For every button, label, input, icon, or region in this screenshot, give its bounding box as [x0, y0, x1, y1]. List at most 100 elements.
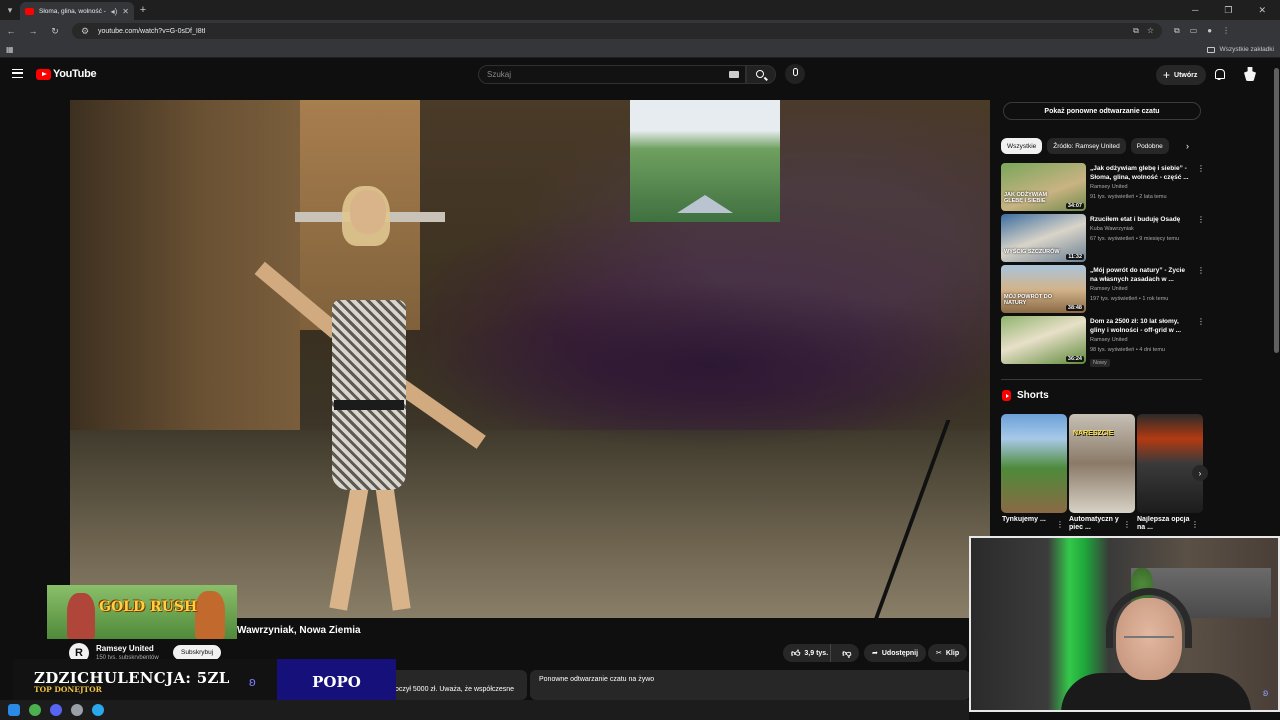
like-button[interactable]: 👍︎ 3,9 tys. [783, 644, 831, 662]
more-actions-icon[interactable]: ⋮ [1197, 318, 1205, 326]
all-bookmarks-button[interactable]: Wszystkie zakładki [1207, 46, 1274, 53]
short-title[interactable]: Tynkujemy ... [1002, 516, 1058, 536]
recommendation-item[interactable]: WYŚCIG SZCZURÓW 11:32 Rzuciłem etat i bu… [1001, 214, 1206, 265]
address-bar[interactable]: ⚙ youtube.com/watch?v=G-0sDf_I8tI ⧉ ☆ [72, 23, 1162, 39]
recommendation-title[interactable]: Dom za 2500 zł: 10 lat słomy, gliny i wo… [1090, 318, 1192, 336]
minimize-icon[interactable]: ─ [1192, 5, 1198, 16]
recommendation-item[interactable]: 36:24 Dom za 2500 zł: 10 lat słomy, glin… [1001, 316, 1206, 367]
gold-rush-character-right [195, 591, 225, 639]
short-more-icon[interactable]: ⋮ [1123, 520, 1131, 529]
short-title[interactable]: Najlepsza opcja na ... [1137, 516, 1193, 536]
account-avatar[interactable] [1244, 67, 1256, 81]
filter-chips: Wszystkie Źródło: Ramsey United Podobne [1001, 138, 1201, 155]
youtube-logo-text: YouTube [53, 68, 97, 80]
tab-search-icon[interactable]: ▾ [0, 0, 20, 20]
short-thumbnail[interactable]: NARESZCIE [1069, 414, 1135, 513]
chip-source-channel[interactable]: Źródło: Ramsey United [1047, 138, 1126, 154]
profile-icon[interactable]: ● [1207, 26, 1212, 36]
share-button[interactable]: ➦ Udostępnij [864, 644, 927, 662]
more-actions-icon[interactable]: ⋮ [1197, 165, 1205, 173]
shorts-next-icon[interactable]: › [1192, 465, 1208, 481]
maximize-icon[interactable]: ❐ [1224, 5, 1232, 16]
install-icon[interactable]: ⧉ [1133, 26, 1139, 36]
browser-menu-icon[interactable]: ⋮ [1222, 26, 1230, 36]
youtube-logo[interactable]: YouTube [36, 68, 97, 80]
page-scrollbar-thumb[interactable] [1274, 68, 1279, 353]
subscribe-button[interactable]: Subskrybuj [173, 645, 222, 660]
recommendation-title[interactable]: „Jak odżywiam glebę i siebie” - Słoma, g… [1090, 165, 1192, 183]
telegram-icon[interactable] [92, 704, 104, 716]
chat-replay-card[interactable]: Ponowne odtwarzanie czatu na żywo [530, 670, 970, 700]
video-scene-person [254, 186, 486, 611]
video-scene-window [630, 100, 780, 222]
bookmark-star-icon[interactable]: ☆ [1147, 26, 1154, 36]
clip-button[interactable]: ✂ Klip [928, 644, 968, 662]
search-button[interactable] [746, 65, 776, 84]
gold-rush-title: GOLD RUSH [99, 599, 198, 615]
show-chat-replay-button[interactable]: Pokaż ponowne odtwarzanie czatu [1003, 102, 1201, 120]
short-more-icon[interactable]: ⋮ [1191, 520, 1199, 529]
chip-all[interactable]: Wszystkie [1001, 138, 1043, 154]
tab-close-icon[interactable]: ✕ [122, 7, 129, 16]
like-count: 3,9 tys. [804, 649, 829, 657]
donor-name: POPO [277, 659, 396, 705]
forward-icon[interactable]: → [28, 26, 38, 36]
more-actions-icon[interactable]: ⋮ [1197, 216, 1205, 224]
close-window-icon[interactable]: ✕ [1258, 5, 1266, 16]
cast-icon[interactable]: ▭ [1190, 26, 1198, 36]
plus-icon: + [1163, 68, 1171, 82]
site-info-icon[interactable]: ⚙ [80, 26, 90, 37]
short-thumbnail[interactable] [1137, 414, 1203, 513]
gold-rush-character-left [67, 593, 95, 639]
windows-start-icon[interactable] [8, 704, 20, 716]
reload-icon[interactable]: ↻ [50, 26, 60, 37]
shorts-shelf: NARESZCIE [1001, 414, 1206, 514]
recommendation-channel: Ramsey United [1090, 286, 1128, 292]
recommendation-thumbnail[interactable]: WYŚCIG SZCZURÓW 11:32 [1001, 214, 1086, 262]
recommendation-title[interactable]: „Mój powrót do natury” - Życie na własny… [1090, 267, 1192, 285]
shorts-heading: Shorts [1002, 390, 1049, 401]
recommendation-thumbnail[interactable]: 36:24 [1001, 316, 1086, 364]
notifications-bell-icon[interactable] [1214, 69, 1225, 80]
discord-icon[interactable] [50, 704, 62, 716]
recommendation-meta: 91 tys. wyświetleń • 2 lata temu [1090, 194, 1167, 200]
create-button[interactable]: + Utwórz [1156, 65, 1207, 85]
recommendation-title[interactable]: Rzuciłem etat i buduję Osadę [1090, 216, 1192, 225]
recommendation-item[interactable]: JAK ODŻYWIAM GLEBĘ I SIEBIE 34:07 „Jak o… [1001, 163, 1206, 214]
recommendation-thumbnail[interactable]: JAK ODŻYWIAM GLEBĘ I SIEBIE 34:07 [1001, 163, 1086, 211]
thumbs-up-icon: 👍︎ [791, 647, 801, 658]
new-tab-button[interactable]: + [134, 4, 152, 16]
browser-tab[interactable]: Słoma, glina, wolność - cz. ◂) ✕ [20, 2, 134, 20]
apps-grid-icon[interactable]: ▦ [6, 45, 14, 54]
keyboard-icon[interactable] [729, 71, 739, 78]
thumbnail-caption: MÓJ POWRÓT DO NATURY [1004, 293, 1052, 306]
voice-search-button[interactable] [785, 64, 805, 84]
recommendation-meta: 98 tys. wyświetleń • 4 dni temu [1090, 347, 1165, 353]
short-title[interactable]: Automatyczn y piec ... [1069, 516, 1125, 536]
folder-icon [1207, 46, 1216, 53]
back-icon[interactable]: ← [6, 26, 16, 36]
donation-sparkle-icon: ʚ [249, 674, 256, 689]
obs-icon[interactable] [71, 704, 83, 716]
youtube-header: YouTube + Utwórz [0, 58, 1272, 92]
channel-name[interactable]: Ramsey United [96, 644, 154, 653]
video-player[interactable] [70, 100, 990, 618]
dislike-button[interactable]: 👎︎ [835, 644, 859, 662]
search-input[interactable] [487, 70, 717, 79]
short-more-icon[interactable]: ⋮ [1056, 520, 1064, 529]
extensions-icon[interactable]: ⧉ [1174, 26, 1180, 36]
chip-related[interactable]: Podobne [1130, 138, 1169, 154]
recommendation-channel: Ramsey United [1090, 184, 1128, 190]
clip-label: Klip [945, 649, 960, 657]
chrome-icon[interactable] [29, 704, 41, 716]
menu-icon[interactable] [12, 69, 23, 78]
recommendation-thumbnail[interactable]: MÓJ POWRÓT DO NATURY 38:48 [1001, 265, 1086, 313]
more-actions-icon[interactable]: ⋮ [1197, 267, 1205, 275]
description-card[interactable]: oczył 5000 zł. Uważa, że współczesne [383, 670, 527, 700]
recommendation-meta: 67 tys. wyświetleń • 9 miesięcy temu [1090, 236, 1180, 242]
speaker-icon[interactable]: ◂) [111, 7, 118, 16]
share-label: Udostępnij [881, 649, 919, 657]
chips-next-icon[interactable]: › [1186, 141, 1189, 151]
recommendation-item[interactable]: MÓJ POWRÓT DO NATURY 38:48 „Mój powrót d… [1001, 265, 1206, 316]
short-thumbnail[interactable] [1001, 414, 1067, 513]
